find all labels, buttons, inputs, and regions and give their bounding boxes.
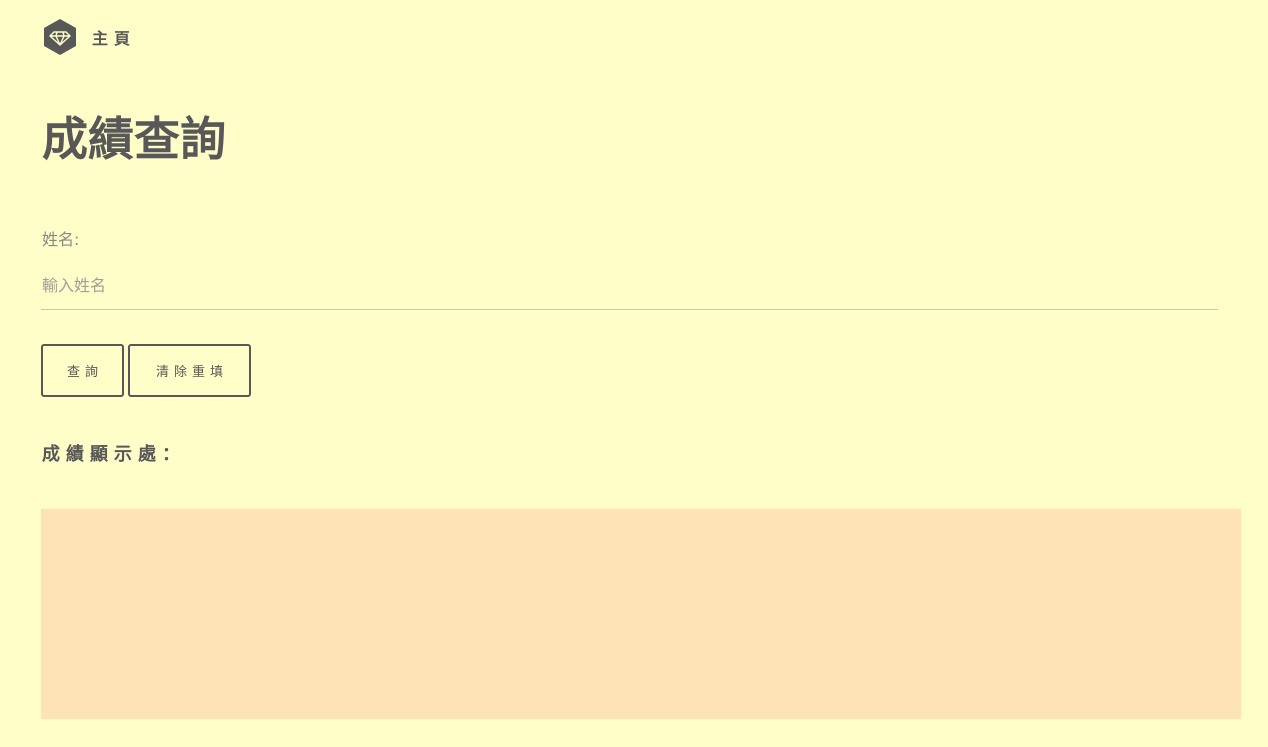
diamond-hexagon-icon[interactable] xyxy=(42,18,78,56)
page-title: 成績查詢 xyxy=(42,112,226,166)
clear-button[interactable]: 清除重填 xyxy=(128,344,251,397)
result-heading: 成績顯示處： xyxy=(42,444,186,465)
name-label: 姓名: xyxy=(42,230,80,249)
result-display-area xyxy=(41,509,1241,719)
query-button[interactable]: 查詢 xyxy=(41,344,124,397)
name-input[interactable] xyxy=(41,262,1218,310)
home-link[interactable]: 主頁 xyxy=(92,25,136,49)
header: 主頁 xyxy=(42,18,136,56)
